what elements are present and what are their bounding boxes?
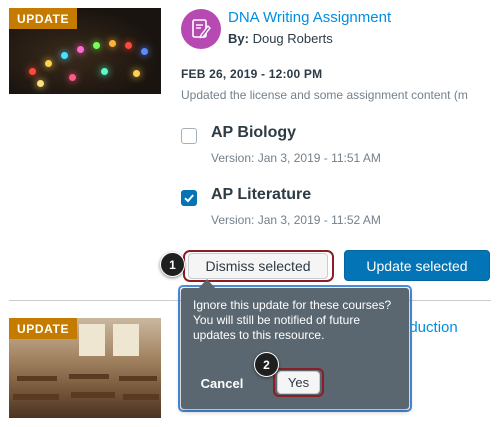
author-name: Doug Roberts [252, 31, 333, 46]
course-checkbox-checked[interactable] [181, 190, 197, 206]
resource-thumbnail-classroom: UPDATE [9, 318, 161, 418]
resource-title[interactable]: DNA Writing Assignment [228, 9, 391, 26]
popover-arrow [198, 279, 216, 289]
course-version: Version: Jan 3, 2019 - 11:51 AM [211, 151, 381, 165]
update-badge: UPDATE [9, 318, 78, 339]
author-label: By: [228, 31, 249, 46]
step-callout-2: 2 [254, 352, 279, 377]
step-callout-1: 1 [160, 252, 185, 277]
assignment-edit-icon [181, 9, 221, 49]
update-selected-button[interactable]: Update selected [344, 250, 490, 281]
course-version: Version: Jan 3, 2019 - 11:52 AM [211, 213, 381, 227]
resource-author: By: Doug Roberts [228, 31, 333, 46]
course-checkbox-unchecked[interactable] [181, 128, 197, 144]
popover-message: Ignore this update for these courses? Yo… [193, 298, 392, 342]
course-name: AP Literature [211, 186, 312, 203]
checkmark-icon [184, 194, 194, 203]
resource-thumbnail-lights: UPDATE [9, 8, 161, 94]
course-name: AP Biology [211, 124, 297, 141]
yes-button[interactable]: Yes [277, 371, 320, 394]
update-date: FEB 26, 2019 - 12:00 PM [181, 67, 323, 81]
update-description: Updated the license and some assignment … [181, 88, 468, 102]
update-badge: UPDATE [9, 8, 78, 29]
dismiss-selected-button[interactable]: Dismiss selected [188, 253, 328, 279]
cancel-button[interactable]: Cancel [193, 370, 251, 396]
